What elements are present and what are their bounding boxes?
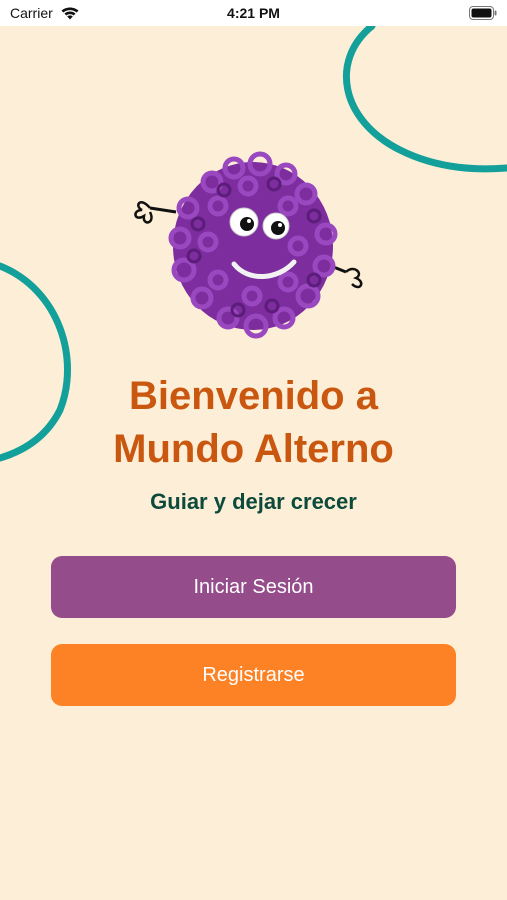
page-title: Bienvenido a Mundo Alterno (0, 370, 507, 476)
status-bar: Carrier 4:21 PM (0, 0, 507, 26)
clock-time: 4:21 PM (227, 5, 280, 21)
battery-icon (469, 6, 497, 20)
title-line-1: Bienvenido a (129, 374, 378, 418)
page-subtitle: Guiar y dejar crecer (150, 489, 357, 514)
title-line-2: Mundo Alterno (113, 427, 394, 471)
mascot-illustration (134, 151, 363, 339)
register-button[interactable]: Registrarse (51, 644, 456, 706)
login-button[interactable]: Iniciar Sesión (51, 556, 456, 618)
